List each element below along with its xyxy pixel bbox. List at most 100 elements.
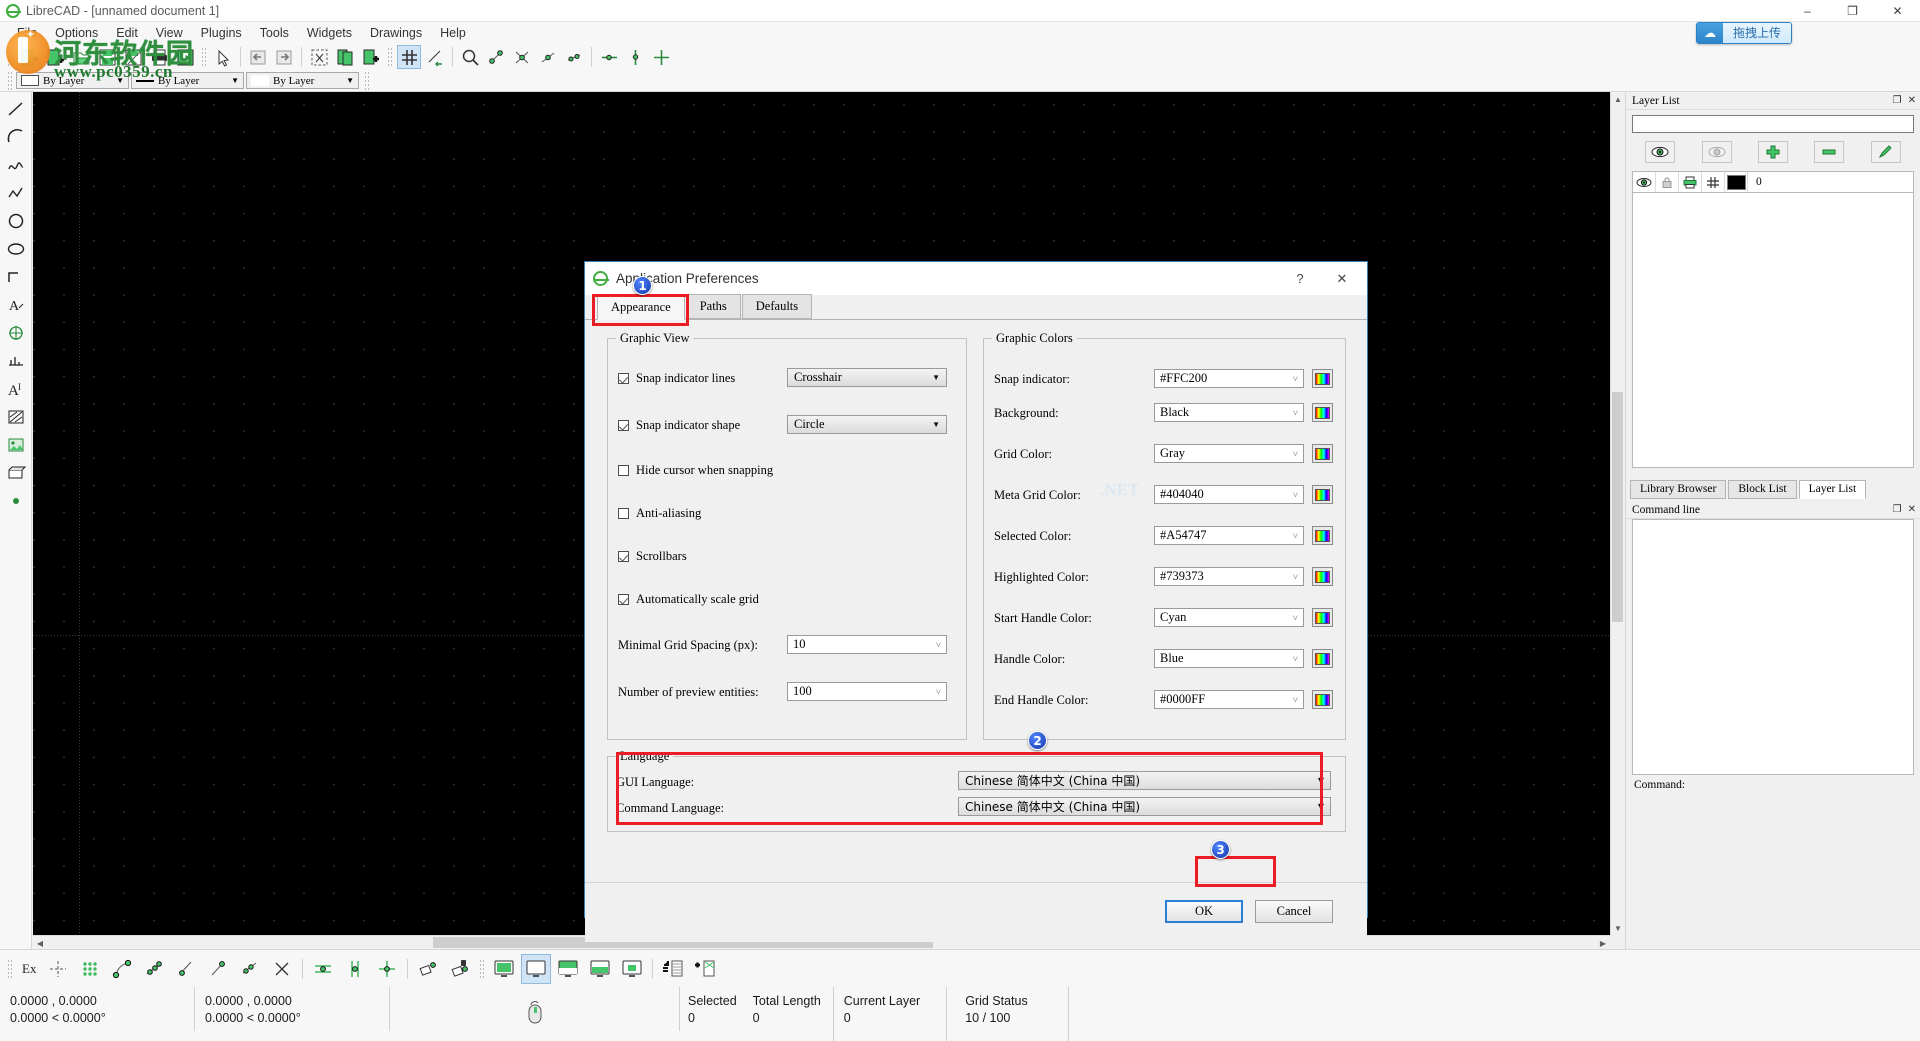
- menu-item-plugins[interactable]: Plugins: [192, 24, 251, 42]
- annotate-text-icon[interactable]: AI: [2, 376, 30, 402]
- auto-scale-grid-checkbox[interactable]: [618, 594, 629, 605]
- draw-polyline-icon[interactable]: [2, 180, 30, 206]
- scroll-right-icon[interactable]: ▶: [1596, 936, 1610, 950]
- save-as-icon[interactable]: [121, 45, 145, 69]
- point-icon[interactable]: [2, 488, 30, 514]
- snap-center-icon[interactable]: [171, 954, 201, 984]
- print-preview-icon[interactable]: [173, 45, 197, 69]
- command-language-select[interactable]: Chinese 简体中文 (China 中国) ▼: [958, 797, 1331, 816]
- tab-layer-list[interactable]: Layer List: [1798, 480, 1867, 499]
- restrict-vertical-btn-icon[interactable]: [340, 954, 370, 984]
- draw-ellipse-icon[interactable]: [2, 236, 30, 262]
- snap-indicator-lines-select[interactable]: Crosshair ▼: [787, 368, 947, 387]
- toolbar-grip-3[interactable]: [387, 47, 393, 67]
- attr-toolbar-grip-2[interactable]: [364, 70, 370, 91]
- toggle-grid-icon[interactable]: [397, 45, 421, 69]
- tab-paths[interactable]: Paths: [685, 294, 741, 319]
- snap-middle-point-icon[interactable]: [203, 954, 233, 984]
- menu-item-help[interactable]: Help: [431, 24, 475, 42]
- snap-distance-icon[interactable]: [562, 45, 586, 69]
- menu-item-widgets[interactable]: Widgets: [298, 24, 361, 42]
- restrict-horizontal-icon[interactable]: [597, 45, 621, 69]
- ok-button[interactable]: OK: [1165, 900, 1243, 923]
- attr-toolbar-grip[interactable]: [7, 70, 13, 91]
- layer-color-swatch[interactable]: [1725, 172, 1748, 192]
- close-panel-icon[interactable]: ✕: [1908, 504, 1916, 515]
- menu-item-drawings[interactable]: Drawings: [361, 24, 431, 42]
- meta-grid-color-input[interactable]: #404040 ˅: [1154, 485, 1304, 504]
- scrollbars-checkbox[interactable]: [618, 551, 629, 562]
- snap-on-entity-icon[interactable]: [139, 954, 169, 984]
- scroll-up-icon[interactable]: ▲: [1611, 92, 1625, 106]
- menu-item-tools[interactable]: Tools: [251, 24, 298, 42]
- minimize-button[interactable]: –: [1785, 0, 1830, 22]
- modify-icon[interactable]: [2, 348, 30, 374]
- snap-indicator-shape-select[interactable]: Circle ▼: [787, 415, 947, 434]
- pen-color-combo[interactable]: By Layer ▼: [16, 72, 129, 89]
- start-handle-color-input[interactable]: Cyan ˅: [1154, 608, 1304, 627]
- snap-toolbar-grip-2[interactable]: [479, 958, 486, 979]
- drag-upload-button[interactable]: ☁ 拖拽上传: [1695, 22, 1792, 44]
- menu-item-view[interactable]: View: [147, 24, 192, 42]
- restrict-horizontal-btn-icon[interactable]: [308, 954, 338, 984]
- show-all-layers-icon[interactable]: [1645, 141, 1676, 163]
- handle-color-picker-button[interactable]: [1312, 649, 1333, 668]
- new-file-icon[interactable]: [17, 45, 41, 69]
- dimension-icon[interactable]: [2, 320, 30, 346]
- view-window-icon[interactable]: [521, 953, 552, 984]
- menu-item-options[interactable]: Options: [46, 24, 107, 42]
- selected-color-input[interactable]: #A54747 ˅: [1154, 526, 1304, 545]
- snap-indicator-color-input[interactable]: #FFC200 ˅: [1154, 369, 1304, 388]
- edit-layer-icon[interactable]: [1870, 141, 1901, 163]
- maximize-button[interactable]: ❐: [1830, 0, 1875, 22]
- tab-appearance[interactable]: Appearance: [597, 295, 685, 320]
- vertical-scrollbar[interactable]: ▲ ▼: [1610, 92, 1624, 935]
- highlighted-color-input[interactable]: #739373 ˅: [1154, 567, 1304, 586]
- snap-indicator-shape-checkbox[interactable]: [618, 420, 629, 431]
- redo-icon[interactable]: [272, 45, 296, 69]
- snap-indicator-lines-checkbox[interactable]: [618, 373, 629, 384]
- snap-indicator-color-picker-button[interactable]: [1312, 369, 1333, 388]
- tab-defaults[interactable]: Defaults: [741, 294, 813, 319]
- end-handle-color-input[interactable]: #0000FF ˅: [1154, 690, 1304, 709]
- snap-middle-icon[interactable]: [536, 45, 560, 69]
- hide-cursor-checkbox[interactable]: [618, 465, 629, 476]
- application-preferences-dialog[interactable]: Application Preferences ? ✕ Appearance P…: [584, 261, 1368, 942]
- layer-visible-icon[interactable]: [1633, 172, 1656, 192]
- grid-color-input[interactable]: Gray ˅: [1154, 444, 1304, 463]
- restrict-orthogonal-btn-icon[interactable]: [372, 954, 402, 984]
- dialog-help-button[interactable]: ?: [1279, 262, 1321, 295]
- view-previous-icon[interactable]: [553, 954, 583, 984]
- layer-print-icon[interactable]: [1679, 172, 1702, 192]
- toolbar-grip[interactable]: [7, 47, 13, 67]
- meta-grid-color-picker-button[interactable]: [1312, 485, 1333, 504]
- snap-intersection-point-icon[interactable]: [267, 954, 297, 984]
- relative-zero-icon[interactable]: [413, 954, 443, 984]
- grid-color-picker-button[interactable]: [1312, 444, 1333, 463]
- vertical-scroll-thumb[interactable]: [1612, 392, 1623, 622]
- close-panel-icon[interactable]: ✕: [1908, 95, 1916, 106]
- snap-intersection-icon[interactable]: [510, 45, 534, 69]
- toolbar-grip-2[interactable]: [201, 47, 207, 67]
- float-panel-icon[interactable]: ❐: [1893, 95, 1902, 106]
- copy-icon[interactable]: [333, 45, 357, 69]
- float-panel-icon[interactable]: ❐: [1893, 504, 1902, 515]
- draw-order-icon[interactable]: [423, 45, 447, 69]
- menu-item-file[interactable]: File: [8, 24, 46, 42]
- menu-item-edit[interactable]: Edit: [107, 24, 147, 42]
- add-layer-bottom-icon[interactable]: [658, 954, 688, 984]
- tab-library-browser[interactable]: Library Browser: [1630, 480, 1727, 499]
- save-file-icon[interactable]: [95, 45, 119, 69]
- scroll-down-icon[interactable]: ▼: [1611, 921, 1625, 935]
- highlighted-color-picker-button[interactable]: [1312, 567, 1333, 586]
- command-history[interactable]: [1632, 519, 1914, 775]
- draw-spline-icon[interactable]: [2, 152, 30, 178]
- open-file-icon[interactable]: [69, 45, 93, 69]
- add-block-bottom-icon[interactable]: [690, 954, 720, 984]
- gui-language-select[interactable]: Chinese 简体中文 (China 中国) ▼: [958, 771, 1331, 790]
- selected-color-picker-button[interactable]: [1312, 526, 1333, 545]
- preview-entities-input[interactable]: 100 ˅: [787, 682, 947, 701]
- snap-free-icon[interactable]: [43, 954, 73, 984]
- start-handle-color-picker-button[interactable]: [1312, 608, 1333, 627]
- snap-toolbar-grip[interactable]: [7, 958, 13, 979]
